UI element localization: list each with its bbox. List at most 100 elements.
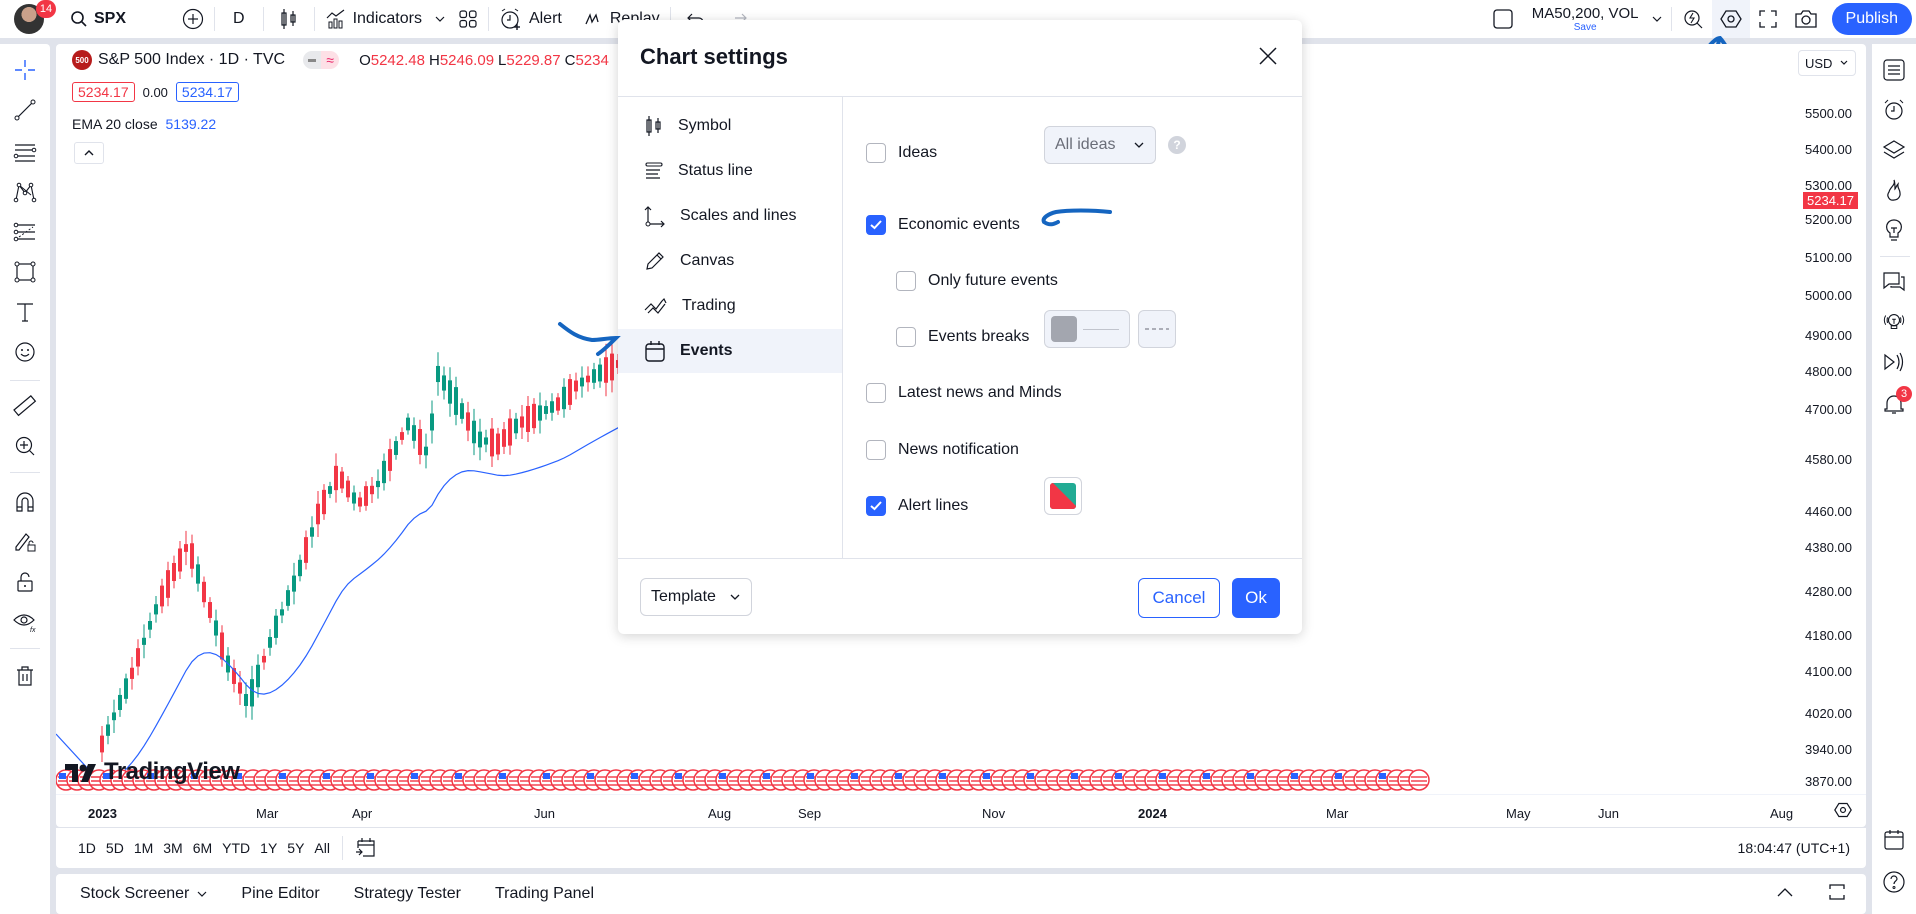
nav-status-line[interactable]: Status line [618, 149, 842, 193]
range-button-1d[interactable]: 1D [78, 840, 96, 856]
object-tree-button[interactable] [1882, 138, 1906, 162]
range-button-1m[interactable]: 1M [134, 840, 153, 856]
alert-lines-option[interactable]: Alert lines [866, 496, 968, 516]
ideas-checkbox[interactable] [866, 143, 886, 163]
tab-stock-screener[interactable]: Stock Screener [80, 885, 207, 903]
maximize-panel-button[interactable] [1828, 883, 1846, 906]
ideas-button[interactable] [1882, 218, 1906, 242]
forecasting-tool[interactable] [13, 220, 37, 244]
only-future-events-checkbox[interactable] [896, 271, 916, 291]
collapse-panel-button[interactable] [1776, 885, 1794, 903]
only-future-events-option[interactable]: Only future events [896, 271, 1058, 291]
events-breaks-option[interactable]: Events breaks [896, 327, 1029, 347]
template-select[interactable]: Template [640, 578, 752, 616]
fullscreen-button[interactable] [1750, 0, 1786, 38]
news-notification-checkbox[interactable] [866, 440, 886, 460]
crosshair-tool[interactable] [13, 58, 37, 82]
news-notification-option[interactable]: News notification [866, 440, 1019, 460]
tab-pine-editor[interactable]: Pine Editor [241, 885, 319, 903]
text-tool[interactable] [13, 300, 37, 324]
range-button-3m[interactable]: 3M [163, 840, 182, 856]
latest-news-checkbox[interactable] [866, 383, 886, 403]
layouts-button[interactable] [450, 0, 486, 38]
cancel-button[interactable]: Cancel [1138, 578, 1220, 618]
range-button-5y[interactable]: 5Y [287, 840, 304, 856]
emoji-tool[interactable] [13, 340, 37, 364]
currency-select[interactable]: USD [1798, 50, 1856, 76]
events-breaks-style-button[interactable] [1044, 310, 1130, 348]
time-axis[interactable] [56, 794, 1866, 827]
candle-body [292, 575, 296, 592]
ok-button[interactable]: Ok [1232, 578, 1280, 618]
snapshot-button[interactable] [1786, 0, 1826, 38]
layout-name: MA50,200, VOL [1531, 4, 1639, 22]
indicators-button[interactable]: Indicators [317, 0, 430, 38]
latest-news-option[interactable]: Latest news and Minds [866, 383, 1062, 403]
ideas-option[interactable]: Ideas [866, 143, 937, 163]
nav-symbol[interactable]: Symbol [618, 104, 842, 148]
range-button-1y[interactable]: 1Y [260, 840, 277, 856]
ideas-help-icon[interactable]: ? [1168, 136, 1186, 154]
tab-strategy-tester[interactable]: Strategy Tester [354, 885, 461, 903]
ema-legend[interactable]: EMA 20 close 5139.22 [72, 116, 216, 132]
range-button-all[interactable]: All [314, 840, 330, 856]
range-button-ytd[interactable]: YTD [222, 840, 250, 856]
economic-event-flag[interactable] [1408, 769, 1430, 791]
play-signal-icon [1884, 352, 1904, 372]
lock-drawings-tool[interactable] [13, 530, 37, 554]
nav-trading[interactable]: Trading [618, 284, 842, 328]
zoom-in-tool[interactable] [13, 434, 37, 458]
publish-button[interactable]: Publish [1831, 3, 1912, 35]
help-button[interactable] [1882, 870, 1906, 894]
rectangle-tool[interactable] [13, 260, 37, 284]
buy-button[interactable]: 5234.17 [175, 82, 239, 102]
remove-drawings-tool[interactable] [13, 664, 37, 688]
ideas-select[interactable]: All ideas [1044, 126, 1156, 164]
measure-tool[interactable] [13, 394, 37, 418]
events-breaks-linestyle-button[interactable] [1138, 310, 1176, 348]
layout-name-button[interactable]: MA50,200, VOL Save [1526, 6, 1645, 33]
events-breaks-checkbox[interactable] [896, 327, 916, 347]
economic-events-option[interactable]: Economic events [866, 215, 1020, 235]
alert-lines-checkbox[interactable] [866, 496, 886, 516]
layout-toggle-button[interactable] [1480, 0, 1526, 38]
nav-scales-and-lines[interactable]: Scales and lines [618, 194, 842, 238]
economic-events-checkbox[interactable] [866, 215, 886, 235]
chats-button[interactable] [1882, 270, 1906, 294]
notifications-stream-button[interactable] [1882, 350, 1906, 374]
interval-button[interactable]: D [217, 0, 261, 38]
pattern-tool[interactable] [13, 180, 37, 204]
fib-retracement-tool[interactable] [13, 140, 37, 164]
goto-date-button[interactable] [355, 836, 377, 861]
sell-button[interactable]: 5234.17 [72, 82, 135, 102]
clock-readout[interactable]: 18:04:47 (UTC+1) [1738, 840, 1866, 856]
range-button-6m[interactable]: 6M [193, 840, 212, 856]
layout-dropdown-button[interactable] [1645, 0, 1669, 38]
calendar-button[interactable] [1882, 828, 1906, 852]
compare-symbol-button[interactable] [174, 0, 212, 38]
nav-events[interactable]: Events [618, 329, 842, 373]
symbol-search-button[interactable]: SPX [62, 0, 134, 38]
indicators-dropdown-button[interactable] [430, 0, 450, 38]
watchlist-button[interactable] [1882, 58, 1906, 82]
alerts-button[interactable] [1882, 98, 1906, 122]
time-tick: Jun [1598, 806, 1619, 821]
collapse-legend-button[interactable] [74, 142, 104, 164]
close-button[interactable] [1252, 40, 1284, 72]
alert-lines-color-button[interactable] [1044, 477, 1082, 515]
streams-button[interactable] [1882, 310, 1906, 334]
symbol-title[interactable]: S&P 500 Index · 1D · TVC [98, 51, 285, 69]
time-axis-settings-button[interactable] [1834, 801, 1852, 824]
tradingview-watermark[interactable]: TradingView [64, 758, 240, 786]
lock-all-tool[interactable] [13, 570, 37, 594]
tab-trading-panel[interactable]: Trading Panel [495, 885, 594, 903]
alert-button[interactable]: Alert [491, 0, 570, 38]
range-button-5d[interactable]: 5D [106, 840, 124, 856]
chart-type-button[interactable] [266, 0, 312, 38]
trendline-tool[interactable] [13, 98, 37, 122]
magnet-tool[interactable] [13, 490, 37, 514]
hide-objects-tool[interactable]: fx [13, 610, 37, 634]
hotlists-button[interactable] [1882, 178, 1906, 202]
nav-canvas[interactable]: Canvas [618, 239, 842, 283]
legend-toggle[interactable]: ≈ [303, 51, 340, 69]
